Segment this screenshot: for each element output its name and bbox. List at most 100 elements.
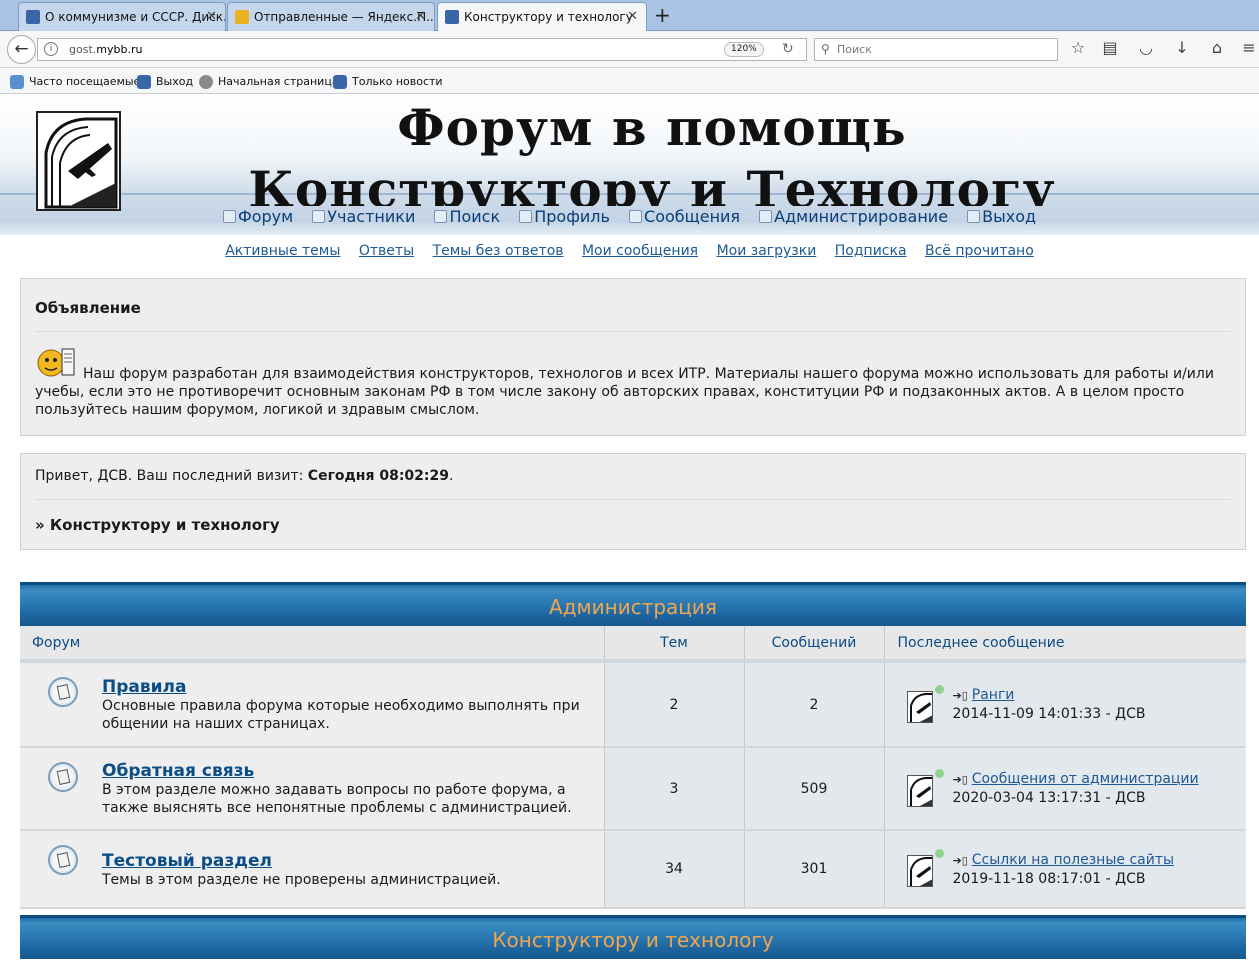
posts-count: 2: [744, 661, 885, 748]
username[interactable]: ДСВ: [97, 468, 127, 484]
banner-title-line1: Форум в помощь: [397, 98, 907, 157]
avatar[interactable]: [906, 690, 933, 723]
forum-status-icon: [48, 677, 78, 707]
nav-messages[interactable]: Сообщения: [629, 207, 740, 226]
address-bar[interactable]: i gost.mybb.ru 120% ↻: [37, 38, 807, 61]
tab-label: Конструктору и технологу: [464, 10, 633, 24]
mail-favicon-icon: [235, 10, 249, 24]
search-input[interactable]: ⚲ Поиск: [814, 38, 1058, 61]
go-to-post-icon[interactable]: ➔▯: [953, 771, 968, 789]
welcome-box: Привет, ДСВ. Ваш последний визит: Сегодн…: [20, 453, 1246, 550]
new-tab-button[interactable]: +: [654, 3, 671, 27]
download-icon[interactable]: ↓: [1172, 38, 1192, 58]
close-tab-icon[interactable]: ✕: [415, 3, 426, 31]
forum-description: Темы в этом разделе не проверены админис…: [102, 871, 501, 888]
avatar[interactable]: [906, 855, 933, 887]
welcome-line: Привет, ДСВ. Ваш последний визит: Сегодн…: [35, 468, 454, 484]
search-placeholder: Поиск: [837, 43, 872, 56]
column-forum: Форум: [20, 626, 605, 663]
nav-logout[interactable]: Выход: [967, 207, 1036, 226]
nav-admin[interactable]: Администрирование: [759, 207, 948, 226]
messages-icon: [629, 210, 643, 223]
bookmark-news-only[interactable]: Только новости: [333, 74, 443, 90]
bookmark-label: Выход: [156, 75, 194, 88]
browser-tab-2[interactable]: Отправленные — Яндекс.П... ✕: [227, 2, 435, 31]
go-to-post-icon[interactable]: ➔▯: [953, 687, 968, 705]
table-row: Обратная связь В этом разделе можно зада…: [20, 747, 1246, 831]
link-unanswered[interactable]: Темы без ответов: [433, 243, 564, 259]
tab-label: Отправленные — Яндекс.П...: [254, 10, 435, 24]
admin-icon: [759, 210, 773, 223]
menu-icon[interactable]: ≡: [1239, 38, 1259, 58]
posts-count: 301: [744, 830, 885, 909]
home-icon[interactable]: ⌂: [1207, 38, 1227, 58]
pocket-icon[interactable]: ◡: [1136, 38, 1156, 58]
last-post-cell: ➔▯ Ссылки на полезные сайты 2019-11-18 08…: [884, 830, 1246, 909]
nav-forum[interactable]: Форум: [222, 207, 293, 226]
category-header-constructor[interactable]: Конструктору и технологу: [20, 915, 1246, 959]
bookmarks-bar: Часто посещаемые Выход Начальная страниц…: [0, 69, 1259, 94]
browser-tab-1[interactable]: О коммунизме и СССР. Диск... ✕: [18, 2, 226, 31]
forum-description: В этом разделе можно задавать вопросы по…: [102, 782, 572, 816]
last-post-meta: 2020-03-04 13:17:31 - ДСВ: [952, 790, 1146, 806]
reload-icon[interactable]: ↻: [782, 39, 794, 60]
forum-name-link[interactable]: Тестовый раздел: [102, 852, 594, 870]
forum-name-link[interactable]: Правила: [102, 678, 594, 696]
divider: [35, 331, 1231, 332]
announcement-text: Наш форум разработан для взаимодействия …: [35, 366, 1214, 418]
browser-tab-bar: О коммунизме и СССР. Диск... ✕ Отправлен…: [0, 0, 1259, 32]
breadcrumb[interactable]: » Конструктору и технологу: [35, 516, 280, 534]
link-replies[interactable]: Ответы: [359, 243, 414, 259]
zoom-indicator[interactable]: 120%: [724, 42, 764, 57]
bookmark-logout[interactable]: Выход: [137, 74, 193, 90]
link-subscriptions[interactable]: Подписка: [835, 243, 907, 259]
last-post-link[interactable]: Сообщения от администрации: [972, 771, 1199, 787]
nav-members[interactable]: Участники: [312, 207, 415, 226]
forum-table: Форум Тем Сообщений Последнее сообщение …: [20, 626, 1246, 909]
forum-icon: [222, 210, 236, 223]
main-navigation: Форум Участники Поиск Профиль Сообщения …: [0, 207, 1259, 226]
bookmark-home-page[interactable]: Начальная страница: [199, 74, 339, 90]
avatar[interactable]: [906, 774, 933, 807]
last-post-link[interactable]: Ссылки на полезные сайты: [972, 852, 1174, 868]
column-posts: Сообщений: [744, 626, 885, 663]
bookmark-folder-icon: [10, 75, 24, 89]
bookmark-frequent[interactable]: Часто посещаемые: [10, 74, 140, 90]
globe-icon: [199, 75, 213, 89]
forum-favicon-icon: [26, 10, 40, 24]
forum-cell: Тестовый раздел Темы в этом разделе не п…: [20, 830, 605, 909]
forum-cell: Правила Основные правила форума которые …: [20, 661, 605, 748]
link-active-topics[interactable]: Активные темы: [225, 243, 340, 259]
close-tab-icon[interactable]: ✕: [627, 3, 638, 31]
secondary-navigation: Активные темы Ответы Темы без ответов Мо…: [0, 243, 1259, 259]
last-visit-value: Сегодня 08:02:29: [307, 468, 449, 484]
announcement-box: Объявление Наш форум разработан для взаи…: [20, 278, 1246, 436]
nav-profile[interactable]: Профиль: [519, 207, 610, 226]
bookmark-label: Часто посещаемые: [29, 75, 141, 88]
forum-favicon-icon: [137, 75, 151, 89]
forum-logo[interactable]: [36, 111, 121, 211]
forum-status-icon: [48, 762, 78, 792]
last-post-meta: 2019-11-18 08:17:01 - ДСВ: [952, 870, 1146, 887]
forum-favicon-icon: [333, 75, 347, 89]
reader-list-icon[interactable]: ▤: [1100, 38, 1120, 58]
topics-count: 3: [604, 747, 745, 831]
last-post-link[interactable]: Ранги: [972, 687, 1015, 703]
info-icon[interactable]: i: [44, 42, 58, 56]
go-to-post-icon[interactable]: ➔▯: [953, 852, 968, 870]
last-post-cell: ➔▯ Сообщения от администрации 2020-03-04 …: [884, 747, 1246, 831]
close-tab-icon[interactable]: ✕: [206, 3, 217, 31]
nav-search[interactable]: Поиск: [434, 207, 500, 226]
link-mark-all-read[interactable]: Всё прочитано: [925, 243, 1034, 259]
forum-name-link[interactable]: Обратная связь: [102, 762, 594, 780]
banner-title-line2: Конструктору и Технологу: [248, 160, 1056, 206]
link-my-posts[interactable]: Мои сообщения: [582, 243, 698, 259]
posts-count: 509: [744, 747, 885, 831]
category-header-administration[interactable]: Администрация: [20, 582, 1246, 626]
link-my-uploads[interactable]: Мои загрузки: [717, 243, 817, 259]
logout-icon: [967, 210, 981, 223]
banner-title: Форум в помощь Конструктору и Технологу: [232, 97, 1072, 206]
bookmark-star-icon[interactable]: ☆: [1068, 38, 1088, 58]
browser-tab-3[interactable]: Конструктору и технологу ✕: [437, 2, 647, 32]
back-button[interactable]: ←: [7, 35, 36, 64]
